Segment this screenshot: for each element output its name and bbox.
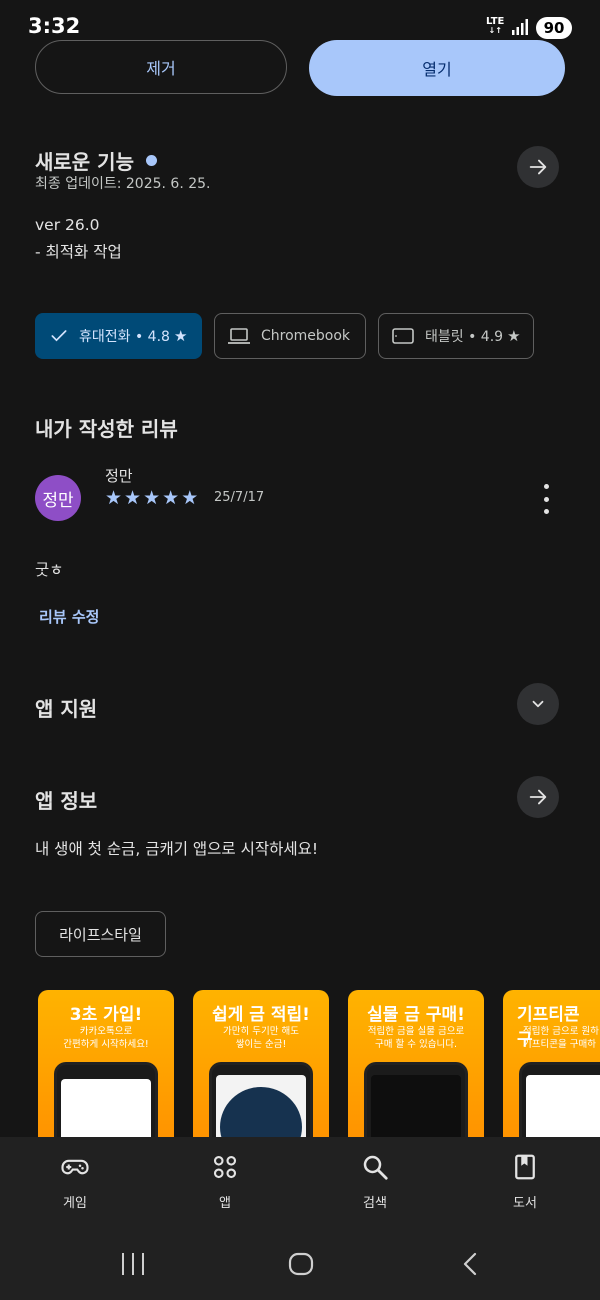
app-info-arrow-button[interactable] bbox=[517, 776, 559, 818]
category-tag[interactable]: 라이프스타일 bbox=[35, 911, 166, 957]
new-dot-icon bbox=[145, 155, 157, 166]
screenshot-title: 3초 가입! bbox=[69, 1005, 143, 1025]
search-icon bbox=[363, 1155, 388, 1180]
nav-label: 도서 bbox=[513, 1196, 537, 1211]
star-icon: ★ bbox=[105, 487, 123, 509]
edit-review-link[interactable]: 리뷰 수정 bbox=[39, 606, 99, 627]
star-icon: ★ bbox=[124, 487, 142, 509]
screenshot-title: 실물 금 구매! bbox=[367, 1005, 465, 1025]
my-review-title: 내가 작성한 리뷰 bbox=[35, 417, 178, 441]
app-description: 내 생애 첫 순금, 금캐기 앱으로 시작하세요! bbox=[35, 840, 319, 858]
nav-apps[interactable]: 앱 bbox=[175, 1152, 275, 1211]
arrow-right-icon bbox=[529, 789, 547, 805]
release-note: - 최적화 작업 bbox=[35, 243, 122, 261]
status-time: 3:32 bbox=[28, 14, 81, 38]
app-info-title[interactable]: 앱 정보 bbox=[35, 785, 97, 814]
chip-phone[interactable]: 휴대전화 • 4.8 ★ bbox=[35, 313, 202, 359]
avatar: 정만 bbox=[35, 475, 81, 521]
back-icon[interactable] bbox=[460, 1252, 480, 1276]
screenshot-caption: 적립한 금으로 원하 기프티콘을 구매하 bbox=[523, 1026, 599, 1050]
screenshot-2[interactable]: 쉽게 금 적립! 가만히 두기만 해도 쌓이는 순금! bbox=[193, 990, 329, 1160]
battery-indicator: 90 bbox=[536, 17, 572, 39]
chip-tablet[interactable]: 태블릿 • 4.9 ★ bbox=[378, 313, 534, 359]
gamepad-icon bbox=[61, 1159, 89, 1175]
rating-stars: ★ ★ ★ ★ ★ bbox=[105, 488, 198, 508]
chevron-down-icon bbox=[532, 700, 544, 708]
reviewer-name: 정만 bbox=[105, 467, 133, 485]
nav-label: 앱 bbox=[219, 1196, 231, 1211]
app-support-title[interactable]: 앱 지원 bbox=[35, 693, 97, 722]
version-text: ver 26.0 bbox=[35, 216, 100, 234]
star-icon: ★ bbox=[162, 487, 180, 509]
data-arrows-icon: ↓↑ bbox=[488, 26, 502, 35]
chip-chromebook-label: Chromebook bbox=[261, 328, 351, 344]
apps-grid-icon bbox=[213, 1155, 237, 1179]
star-icon: ★ bbox=[181, 487, 199, 509]
book-icon bbox=[515, 1154, 535, 1180]
screenshot-caption: 카카오톡으로 간편하게 시작하세요! bbox=[63, 1026, 149, 1050]
review-date: 25/7/17 bbox=[214, 490, 265, 505]
star-icon: ★ bbox=[507, 327, 521, 345]
nav-label: 검색 bbox=[363, 1196, 387, 1211]
laptop-icon bbox=[227, 326, 251, 346]
screenshot-3[interactable]: 실물 금 구매! 적립한 금을 실물 금으로 구매 할 수 있습니다. bbox=[348, 990, 484, 1160]
screenshot-caption: 가만히 두기만 해도 쌓이는 순금! bbox=[223, 1026, 299, 1050]
screenshot-1[interactable]: 3초 가입! 카카오톡으로 간편하게 시작하세요! bbox=[38, 990, 174, 1160]
screenshot-4[interactable]: 기프티콘 구 적립한 금으로 원하 기프티콘을 구매하 bbox=[503, 990, 600, 1160]
recent-apps-icon[interactable] bbox=[120, 1252, 146, 1276]
chip-chromebook[interactable]: Chromebook bbox=[214, 313, 366, 359]
more-options-icon[interactable] bbox=[536, 484, 556, 514]
screenshot-title: 쉽게 금 적립! bbox=[212, 1005, 310, 1025]
nav-books[interactable]: 도서 bbox=[475, 1152, 575, 1211]
remove-button[interactable]: 제거 bbox=[35, 40, 287, 94]
arrow-right-icon bbox=[529, 159, 547, 175]
open-button[interactable]: 열기 bbox=[309, 40, 565, 96]
chip-tablet-label: 태블릿 • 4.9 bbox=[425, 329, 504, 345]
screenshot-caption: 적립한 금을 실물 금으로 구매 할 수 있습니다. bbox=[367, 1026, 465, 1050]
signal-icon bbox=[512, 19, 528, 35]
check-icon bbox=[49, 326, 69, 346]
nav-games[interactable]: 게임 bbox=[25, 1152, 125, 1211]
whats-new-header[interactable]: 새로운 기능 bbox=[35, 146, 157, 175]
network-type: LTE bbox=[486, 16, 505, 27]
home-icon[interactable] bbox=[288, 1252, 314, 1276]
whats-new-title: 새로운 기능 bbox=[35, 150, 134, 174]
nav-search[interactable]: 검색 bbox=[325, 1152, 425, 1211]
chip-phone-label: 휴대전화 • 4.8 bbox=[79, 329, 170, 345]
last-updated: 최종 업데이트: 2025. 6. 25. bbox=[35, 176, 211, 192]
network-indicator: LTE ↓↑ bbox=[486, 16, 505, 36]
review-text: 굿ㅎ bbox=[35, 561, 64, 579]
nav-label: 게임 bbox=[63, 1196, 87, 1211]
tablet-icon bbox=[391, 326, 415, 346]
whats-new-arrow-button[interactable] bbox=[517, 146, 559, 188]
app-support-expand-button[interactable] bbox=[517, 683, 559, 725]
star-icon: ★ bbox=[173, 327, 188, 345]
star-icon: ★ bbox=[143, 487, 161, 509]
